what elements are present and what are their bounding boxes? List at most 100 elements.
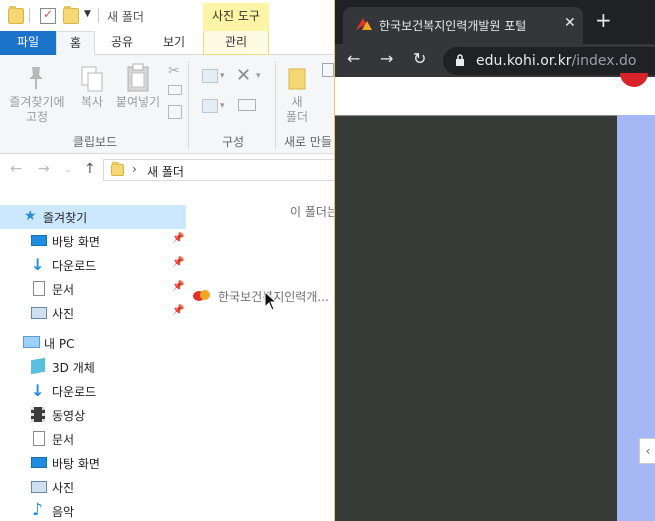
address-bar[interactable]: › 새 폴더 (103, 159, 334, 181)
file-list-pane[interactable]: 이 폴더는 한국보건복지인력개... (186, 185, 334, 521)
lock-icon (455, 54, 465, 70)
chevron-down-icon[interactable]: ▾ (220, 71, 225, 81)
tab-view[interactable]: 보기 (151, 31, 197, 55)
nav-label: 내 PC (44, 337, 75, 351)
delete-icon[interactable]: ✕ (236, 65, 251, 86)
page-overlay-dark (335, 115, 617, 521)
nav-label: 즐겨찾기 (43, 211, 88, 225)
new-item-icon[interactable] (322, 63, 334, 77)
nav-label: 다운로드 (52, 385, 97, 399)
nav-item-documents[interactable]: 문서 📌 (0, 277, 186, 301)
group-clipboard-label: 클립보드 (72, 135, 118, 149)
tab-home[interactable]: 홈 (56, 31, 95, 56)
dragged-shortcut[interactable]: 한국보건복지인력개... (190, 285, 334, 307)
nav-label: 바탕 화면 (52, 235, 100, 249)
picture-tools-tab: 사진 도구 (203, 3, 269, 31)
copy-path-icon[interactable] (168, 85, 182, 95)
group-organize-label: 구성 (221, 135, 245, 149)
copy-to-icon[interactable] (202, 99, 218, 113)
window-title: 새 폴더 (107, 10, 144, 24)
nav-item-music[interactable]: ♪ 음악 (0, 499, 186, 521)
new-folder-quick-icon[interactable] (63, 6, 79, 24)
pinned-icon: 📌 (172, 281, 185, 292)
new-folder-button[interactable]: 새 폴더 (282, 95, 312, 125)
back-arrow-icon[interactable]: ← (10, 161, 22, 177)
ribbon-tabs: 파일 홈 공유 보기 관리 (0, 31, 334, 56)
rename-icon[interactable] (238, 99, 256, 111)
nav-item-3d-objects[interactable]: 3D 개체 (0, 355, 186, 379)
film-icon (31, 407, 45, 422)
screen: ▼ 새 폴더 사진 도구 파일 홈 공유 보기 관리 즐겨찾기에 고정 복사 (0, 0, 655, 521)
pinned-icon: 📌 (172, 233, 185, 244)
nav-item-quick-access[interactable]: ★ 즐겨찾기 (0, 205, 186, 229)
new-folder-icon (288, 65, 306, 91)
download-arrow-icon: ↓ (31, 381, 45, 400)
explorer-titlebar: ▼ 새 폴더 사진 도구 (0, 0, 334, 31)
browser-tab-strip: 한국보건복지인력개발원 포털 ✕ + (335, 0, 655, 44)
url-text: edu.kohi.or.kr/index.do (476, 53, 636, 69)
nav-item-videos[interactable]: 동영상 (0, 403, 186, 427)
carousel-prev-icon[interactable]: ‹ (639, 438, 655, 464)
nav-item-pc-downloads[interactable]: ↓ 다운로드 (0, 379, 186, 403)
nav-item-downloads[interactable]: ↓ 다운로드 📌 (0, 253, 186, 277)
nav-label: 사진 (52, 481, 75, 495)
nav-label: 문서 (52, 433, 75, 447)
navigation-pane: ★ 즐겨찾기 바탕 화면 📌 ↓ 다운로드 📌 문서 📌 사진 📌 내 PC 3… (0, 200, 186, 521)
back-icon[interactable]: ← (347, 49, 360, 68)
pinned-icon: 📌 (172, 305, 185, 316)
tab-manage[interactable]: 관리 (203, 31, 269, 55)
paste-icon (126, 63, 150, 96)
pin-to-quick-access-button[interactable]: 즐겨찾기에 고정 (2, 95, 72, 125)
nav-item-pictures[interactable]: 사진 📌 (0, 301, 186, 325)
tab-share[interactable]: 공유 (99, 31, 145, 55)
chevron-down-icon[interactable]: ▾ (256, 71, 261, 81)
customize-quick-access-icon[interactable]: ▼ (84, 9, 91, 19)
nav-label: 문서 (52, 283, 75, 297)
browser-tab[interactable]: 한국보건복지인력개발원 포털 ✕ (343, 7, 583, 44)
browser-toolbar: ← → ↻ edu.kohi.or.kr/index.do (335, 44, 655, 77)
forward-arrow-icon[interactable]: → (38, 161, 50, 177)
empty-folder-message: 이 폴더는 (290, 205, 334, 219)
nav-item-desktop[interactable]: 바탕 화면 📌 (0, 229, 186, 253)
star-icon: ★ (24, 208, 37, 224)
nav-item-this-pc[interactable]: 내 PC (0, 331, 186, 355)
document-icon (33, 281, 45, 296)
pictures-icon (31, 481, 47, 493)
folder-icon (111, 162, 124, 176)
paste-button[interactable]: 붙여넣기 (112, 95, 164, 110)
recent-locations-chevron-icon[interactable]: ⌄ (64, 165, 72, 175)
nav-item-pc-documents[interactable]: 문서 (0, 427, 186, 451)
tab-file[interactable]: 파일 (0, 31, 56, 55)
nav-item-pc-desktop[interactable]: 바탕 화면 (0, 451, 186, 475)
breadcrumb-chevron-icon[interactable]: › (132, 162, 137, 176)
close-tab-icon[interactable]: ✕ (564, 15, 576, 31)
mouse-cursor-icon (264, 290, 278, 314)
reload-icon[interactable]: ↻ (413, 49, 426, 68)
nav-item-pc-pictures[interactable]: 사진 (0, 475, 186, 499)
download-arrow-icon: ↓ (31, 255, 45, 274)
copy-button[interactable]: 복사 (72, 95, 112, 110)
ribbon-separator (275, 61, 276, 149)
kohi-favicon-icon (355, 17, 373, 34)
up-arrow-icon[interactable]: ↑ (84, 161, 96, 177)
pin-icon (24, 65, 48, 94)
move-to-icon[interactable] (202, 69, 218, 83)
forward-icon[interactable]: → (380, 49, 393, 68)
nav-label: 다운로드 (52, 259, 97, 273)
nav-label: 사진 (52, 307, 75, 321)
copy-icon (80, 65, 104, 96)
music-note-icon: ♪ (32, 500, 43, 520)
title-separator (29, 8, 30, 23)
site-logo-fragment[interactable] (620, 73, 648, 87)
document-icon (33, 431, 45, 446)
nav-label: 3D 개체 (52, 361, 95, 375)
url-path: /index.do (571, 53, 637, 69)
properties-icon[interactable] (40, 7, 56, 24)
chevron-down-icon[interactable]: ▾ (220, 101, 225, 111)
paste-shortcut-icon[interactable] (168, 105, 182, 119)
breadcrumb-current[interactable]: 새 폴더 (147, 163, 184, 180)
address-bar[interactable]: edu.kohi.or.kr/index.do (443, 47, 655, 75)
ribbon-home: 즐겨찾기에 고정 복사 붙여넣기 ✂ 클립보드 ▾ ▾ ✕ ▾ 구성 새 폴더 … (0, 55, 334, 154)
new-tab-icon[interactable]: + (595, 10, 612, 30)
cut-icon[interactable]: ✂ (168, 63, 180, 79)
